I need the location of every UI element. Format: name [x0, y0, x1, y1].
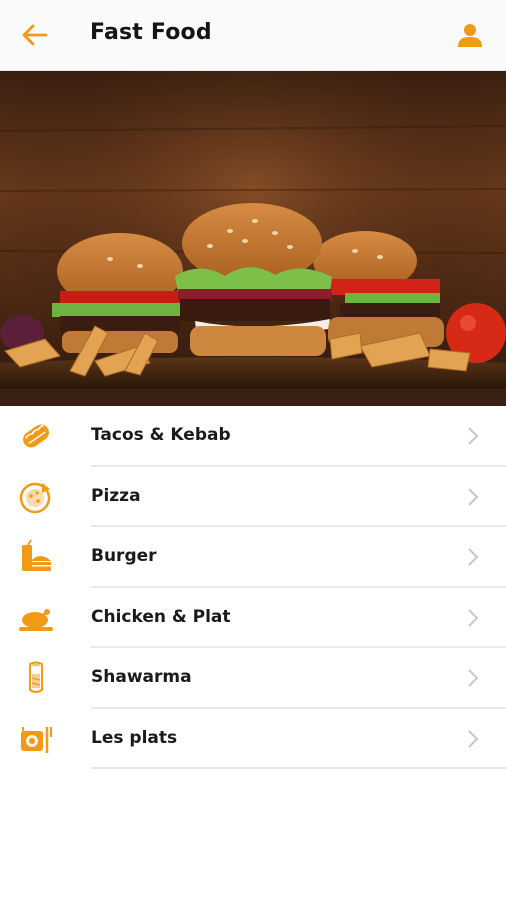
arrow-left-icon [22, 24, 48, 46]
divider [91, 767, 506, 769]
hero-image [0, 71, 506, 406]
list-item-label: Les plats [91, 727, 178, 748]
list-item-label: Chicken & Plat [91, 606, 231, 627]
list-item-shawarma[interactable]: Shawarma [0, 648, 506, 709]
list-item-label: Burger [91, 546, 157, 566]
pizza-icon [19, 482, 51, 513]
chevron-right-icon [468, 427, 479, 445]
app-bar: Fast Food [0, 0, 506, 71]
roast-chicken-icon [19, 608, 53, 631]
burger-drink-icon [22, 539, 51, 571]
list-item-chicken-plat[interactable]: Chicken & Plat [0, 588, 506, 648]
list-item-pizza[interactable]: Pizza [0, 467, 506, 527]
list-item-label: Shawarma [91, 667, 192, 687]
list-item-les-plats[interactable]: Les plats [0, 709, 506, 769]
list-item-burger[interactable]: Burger [0, 527, 506, 588]
chevron-right-icon [468, 729, 479, 748]
chevron-right-icon [468, 669, 479, 687]
back-button[interactable] [18, 20, 52, 50]
burgers-photo [0, 71, 506, 406]
chevron-right-icon [468, 548, 479, 566]
chevron-right-icon [468, 608, 479, 627]
page-title: Fast Food [90, 20, 212, 45]
list-item-tacos-kebab[interactable]: Tacos & Kebab [0, 406, 506, 467]
chevron-right-icon [468, 487, 479, 506]
taco-icon [23, 424, 49, 448]
shawarma-wrap-icon [29, 661, 43, 693]
category-list: Tacos & Kebab Pizza Burger Chicken & Pla… [0, 406, 506, 769]
profile-button[interactable] [454, 19, 486, 51]
plate-icon [21, 726, 52, 753]
list-item-label: Tacos & Kebab [91, 425, 231, 445]
user-icon [458, 24, 482, 47]
list-item-label: Pizza [91, 485, 141, 506]
